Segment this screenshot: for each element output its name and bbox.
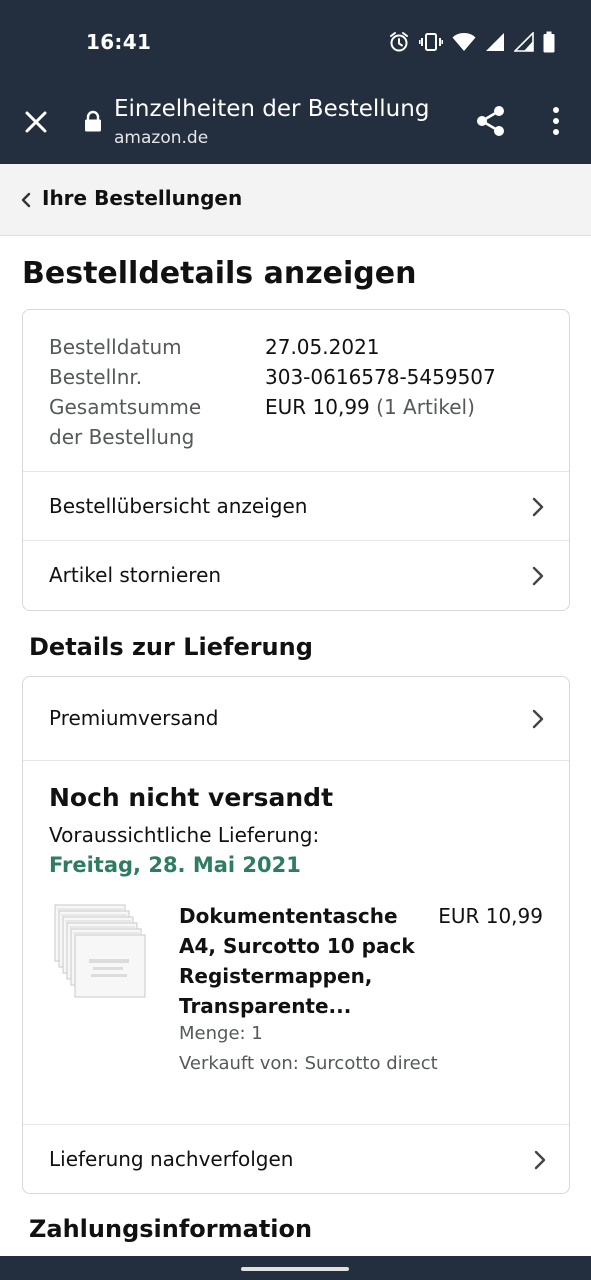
shipping-method-label: Premiumversand xyxy=(49,706,219,730)
order-date-label: Bestelldatum xyxy=(49,335,182,359)
more-vert-icon xyxy=(553,107,559,135)
wifi-icon xyxy=(452,32,476,52)
share-icon xyxy=(477,106,504,136)
vibrate-icon xyxy=(419,31,443,53)
battery-icon xyxy=(543,31,555,53)
signal-icon xyxy=(514,32,534,52)
status-icons xyxy=(388,30,555,54)
signal-icon xyxy=(485,32,505,52)
breadcrumb-label: Ihre Bestellungen xyxy=(42,186,243,210)
order-total-value: EUR 10,99 (1 Artikel) xyxy=(265,395,475,419)
tab-title: Einzelheiten der Bestellung xyxy=(114,96,430,122)
expected-delivery-date: Freitag, 28. Mai 2021 xyxy=(49,853,301,877)
status-time: 16:41 xyxy=(86,30,152,54)
order-total-label: Gesamtsumme der Bestellung xyxy=(49,395,202,449)
alarm-icon xyxy=(388,31,410,53)
payment-heading: Zahlungsinformation xyxy=(29,1215,313,1243)
chevron-left-icon xyxy=(21,192,31,208)
view-order-summary-link[interactable]: Bestellübersicht anzeigen xyxy=(23,471,569,541)
product-title-link[interactable]: Dokumententasche A4, Surcotto 10 pack Re… xyxy=(179,901,429,1021)
order-number-value: 303-0616578-5459507 xyxy=(265,365,496,389)
close-button[interactable] xyxy=(20,106,52,138)
tab-url: amazon.de xyxy=(114,128,209,148)
expected-delivery-label: Voraussichtliche Lieferung: xyxy=(49,823,320,847)
breadcrumb[interactable]: Ihre Bestellungen xyxy=(0,164,591,236)
home-gesture-handle[interactable] xyxy=(241,1267,349,1271)
chevron-right-icon xyxy=(532,497,544,517)
delivery-card: Premiumversand Noch nicht versandt Vorau… xyxy=(22,676,570,1194)
share-button[interactable] xyxy=(474,104,508,138)
cancel-items-link[interactable]: Artikel stornieren xyxy=(23,540,569,610)
order-number-label: Bestellnr. xyxy=(49,365,143,389)
cancel-items-label: Artikel stornieren xyxy=(49,563,222,587)
product-image[interactable] xyxy=(53,903,149,1003)
product-seller: Verkauft von: Surcotto direct xyxy=(179,1053,438,1074)
browser-header: 16:41 Einzelheiten der Bestellung amazon… xyxy=(0,0,591,164)
product-quantity: Menge: 1 xyxy=(179,1023,263,1044)
track-delivery-label: Lieferung nachverfolgen xyxy=(49,1147,294,1171)
shipping-method-link[interactable]: Premiumversand xyxy=(23,677,569,760)
shipment-status: Noch nicht versandt xyxy=(49,783,334,812)
lock-icon xyxy=(84,110,102,132)
close-icon xyxy=(25,111,47,133)
more-options-button[interactable] xyxy=(542,104,570,138)
track-delivery-link[interactable]: Lieferung nachverfolgen xyxy=(23,1124,569,1193)
chevron-right-icon xyxy=(532,566,544,586)
divider xyxy=(23,760,569,761)
order-date-value: 27.05.2021 xyxy=(265,335,380,359)
view-order-summary-label: Bestellübersicht anzeigen xyxy=(49,494,308,518)
delivery-heading: Details zur Lieferung xyxy=(29,633,313,661)
order-summary-card: Bestelldatum 27.05.2021 Bestellnr. 303-0… xyxy=(22,309,570,611)
chevron-right-icon xyxy=(534,1150,546,1170)
chevron-right-icon xyxy=(532,709,544,729)
page-title: Bestelldetails anzeigen xyxy=(22,256,417,291)
product-price: EUR 10,99 xyxy=(438,904,543,928)
